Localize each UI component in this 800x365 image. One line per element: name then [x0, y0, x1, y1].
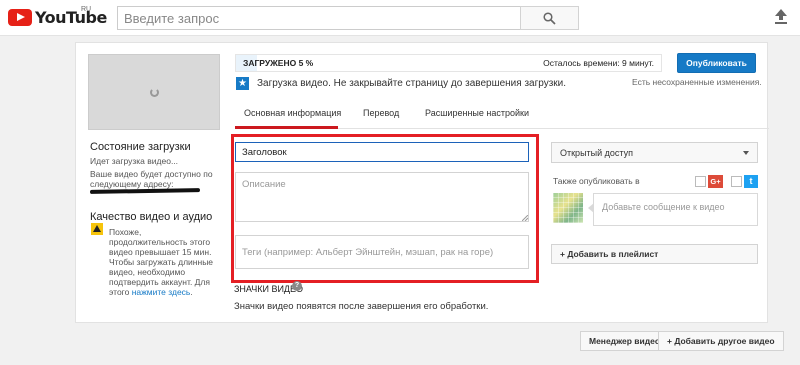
time-remaining: Осталось времени: 9 минут. [543, 58, 654, 68]
search-button[interactable] [520, 6, 579, 30]
quality-line: продолжительность этого [109, 237, 211, 247]
upload-status-text: Идет загрузка видео... [90, 156, 179, 166]
twitter-icon: t [744, 175, 758, 188]
search-icon [543, 11, 556, 25]
warning-icon [91, 223, 103, 235]
quality-line: Чтобы загружать длинные [109, 257, 214, 267]
verify-account-link[interactable]: нажмите здесь [132, 287, 191, 297]
tab-translation[interactable]: Перевод [363, 108, 399, 118]
youtube-logo[interactable]: YouTube RU [8, 6, 107, 27]
active-tab-indicator [235, 126, 338, 129]
quality-line-last: этого нажмите здесь. [109, 287, 193, 297]
add-to-playlist-button[interactable]: + Добавить в плейлист [551, 244, 758, 264]
quality-line: подтвердить аккаунт. Для [109, 277, 210, 287]
quality-line: видео превышает 15 мин. [109, 247, 212, 257]
gplus-checkbox[interactable] [695, 176, 706, 187]
twitter-checkbox[interactable] [731, 176, 742, 187]
tab-advanced-settings[interactable]: Расширенные настройки [425, 108, 529, 118]
avatar [553, 193, 583, 223]
quality-line: видео, необходимо [109, 267, 186, 277]
upload-status-heading: Состояние загрузки [90, 141, 191, 153]
play-logo-icon [8, 9, 32, 26]
video-manager-button[interactable]: Менеджер видео [580, 331, 670, 351]
quality-heading: Качество видео и аудио [90, 211, 213, 223]
quality-last-prefix: этого [109, 287, 132, 297]
google-plus-icon: G+ [708, 175, 723, 188]
upload-card: Состояние загрузки Идет загрузка видео..… [75, 42, 769, 323]
tab-basic-info[interactable]: Основная информация [244, 108, 341, 118]
privacy-value: Открытый доступ [560, 148, 634, 158]
top-bar: YouTube RU Введите запрос [0, 0, 800, 36]
logo-text: YouTube [35, 8, 107, 27]
help-icon[interactable]: ? [292, 281, 302, 291]
privacy-select[interactable]: Открытый доступ [551, 142, 758, 163]
video-url-label-1: Ваше видео будет доступно по [90, 169, 213, 179]
redacted-video-url [89, 188, 201, 194]
logo-region: RU [81, 6, 92, 13]
publish-button[interactable]: Опубликовать [677, 53, 756, 73]
chevron-down-icon [743, 151, 749, 155]
progress-label: ЗАГРУЖЕНО 5 % [243, 58, 314, 68]
upload-message: Загрузка видео. Не закрывайте страницу д… [257, 78, 567, 89]
add-another-video-button[interactable]: + Добавить другое видео [658, 331, 784, 351]
unsaved-changes-label: Есть несохраненные изменения. [632, 77, 762, 87]
quality-line: Похоже, [109, 227, 142, 237]
upload-progress-bar: ЗАГРУЖЕНО 5 % Осталось времени: 9 минут. [235, 54, 662, 72]
resize-handle-icon[interactable] [522, 215, 528, 221]
share-message-input[interactable]: Добавьте сообщение к видео [588, 193, 758, 226]
video-thumbnail-placeholder [88, 54, 220, 130]
star-icon: ★ [236, 77, 249, 90]
upload-icon[interactable] [774, 9, 788, 25]
also-publish-label: Также опубликовать в [553, 176, 640, 186]
thumbnails-text: Значки видео появятся после завершения е… [234, 301, 489, 312]
quality-last-suffix: . [190, 287, 193, 297]
video-url-label-2: следующему адресу: [90, 179, 174, 189]
search-input[interactable]: Введите запрос [117, 6, 520, 30]
description-textarea[interactable]: Описание [235, 172, 529, 222]
tab-bar: Основная информация Перевод Расширенные … [235, 101, 769, 129]
tags-input[interactable]: Теги (например: Альберт Эйнштейн, мэшап,… [235, 235, 529, 269]
title-input[interactable]: Заголовок [235, 142, 529, 162]
loading-spinner-icon [150, 88, 159, 97]
